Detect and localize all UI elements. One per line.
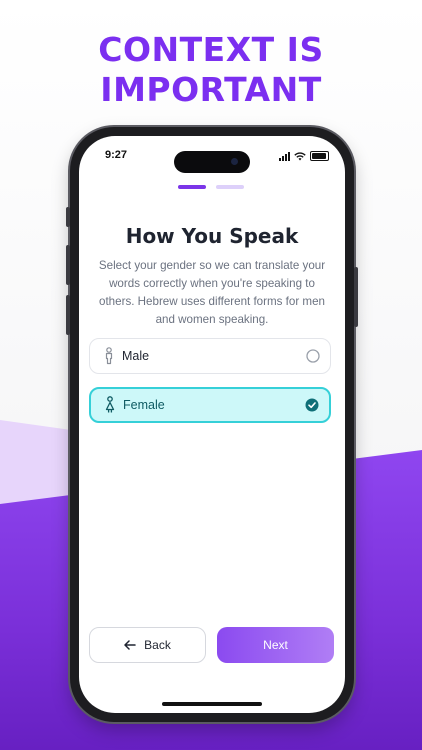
radio-unchecked-icon[interactable] [306, 349, 320, 363]
headline: CONTEXT IS IMPORTANT [0, 30, 422, 110]
gender-option-label: Female [123, 398, 165, 412]
status-icons [279, 151, 329, 161]
status-time: 9:27 [105, 149, 128, 161]
dynamic-island [174, 151, 250, 173]
mute-switch [66, 207, 70, 227]
female-person-icon [105, 396, 115, 413]
male-person-icon [105, 347, 113, 365]
progress-steps [178, 185, 244, 189]
check-circle-icon[interactable] [305, 398, 319, 412]
wifi-icon [294, 151, 306, 160]
gender-option-label: Male [122, 349, 150, 363]
headline-line-1: CONTEXT IS [98, 30, 324, 69]
phone-frame: 9:27 How You Speak Select your gender so… [66, 127, 358, 722]
battery-icon [310, 151, 329, 161]
page-subtitle: Select your gender so we can translate y… [98, 259, 326, 326]
next-button[interactable]: Next [217, 627, 334, 663]
phone-screen: 9:27 How You Speak Select your gender so… [79, 136, 345, 713]
progress-step-2 [216, 185, 244, 189]
volume-down-button [66, 295, 70, 335]
signal-icon [279, 151, 290, 161]
headline-line-2: IMPORTANT [100, 70, 322, 109]
page-title: How You Speak [125, 224, 299, 248]
volume-up-button [66, 245, 70, 285]
next-button-label: Next [263, 638, 288, 652]
gender-option-male[interactable]: Male [89, 338, 331, 374]
status-bar: 9:27 [79, 146, 345, 173]
gender-option-female[interactable]: Female [89, 387, 331, 423]
power-button [354, 267, 358, 327]
back-button[interactable]: Back [89, 627, 206, 663]
arrow-left-icon [124, 640, 136, 650]
home-indicator [162, 702, 262, 706]
back-button-label: Back [144, 638, 171, 652]
progress-step-1 [178, 185, 206, 189]
